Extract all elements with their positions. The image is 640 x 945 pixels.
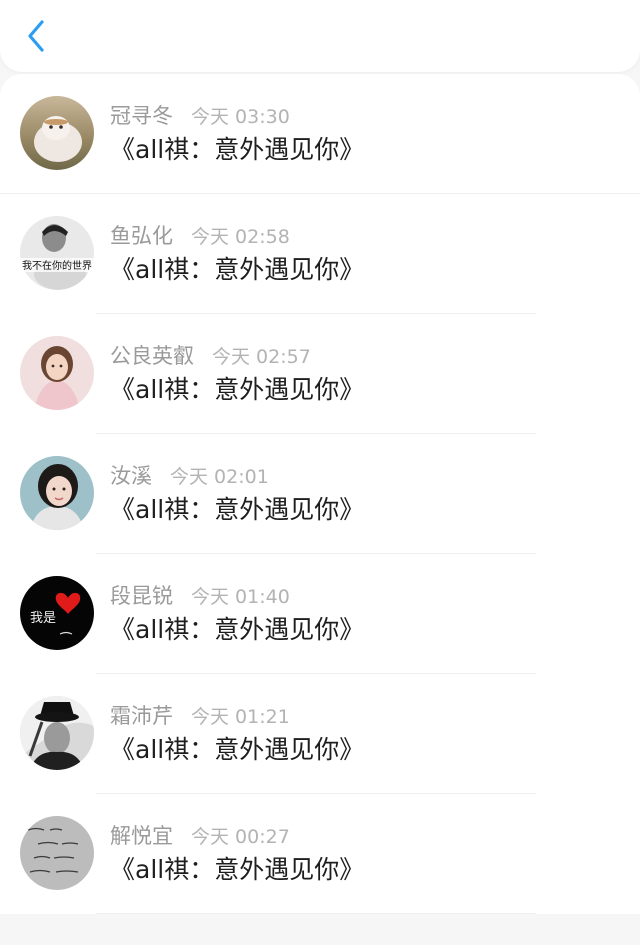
user-name: 冠寻冬 <box>110 104 173 128</box>
avatar[interactable] <box>20 336 94 410</box>
message-title: 《all祺：意外遇见你》 <box>110 135 365 164</box>
user-name: 汝溪 <box>110 464 152 488</box>
user-name: 解悦宜 <box>110 824 173 848</box>
user-name: 公良英叡 <box>110 344 194 368</box>
timestamp: 今天 02:57 <box>212 346 311 368</box>
timestamp: 今天 01:21 <box>191 706 290 728</box>
message-title: 《all祺：意外遇见你》 <box>110 375 365 404</box>
avatar[interactable]: 我不在你的世界 <box>20 216 94 290</box>
message-title: 《all祺：意外遇见你》 <box>110 495 365 524</box>
message-title: 《all祺：意外遇见你》 <box>110 855 365 884</box>
avatar[interactable] <box>20 696 94 770</box>
list-item[interactable]: 汝溪 今天 02:01 《all祺：意外遇见你》 <box>0 434 640 554</box>
avatar[interactable] <box>20 816 94 890</box>
list-item[interactable]: 我是 段昆锐 今天 01:40 《all祺：意外遇见你》 <box>0 554 640 674</box>
list-item[interactable]: 霜沛芹 今天 01:21 《all祺：意外遇见你》 <box>0 674 640 794</box>
message-title: 《all祺：意外遇见你》 <box>110 255 365 284</box>
back-button[interactable] <box>14 14 58 58</box>
timestamp: 今天 00:27 <box>191 826 290 848</box>
user-name: 鱼弘化 <box>110 224 173 248</box>
list-item[interactable]: 解悦宜 今天 00:27 《all祺：意外遇见你》 <box>0 794 640 914</box>
timestamp: 今天 02:01 <box>170 466 269 488</box>
avatar-caption: 我是 <box>30 611 56 626</box>
list-item[interactable]: 公良英叡 今天 02:57 《all祺：意外遇见你》 <box>0 314 640 434</box>
user-name: 段昆锐 <box>110 584 173 608</box>
divider <box>96 913 536 914</box>
avatar[interactable] <box>20 456 94 530</box>
chevron-left-icon <box>28 20 44 52</box>
list-item[interactable]: 冠寻冬 今天 03:30 《all祺：意外遇见你》 <box>0 74 640 194</box>
avatar-caption: 我不在你的世界 <box>22 259 92 272</box>
avatar[interactable]: 我是 <box>20 576 94 650</box>
list-item[interactable]: 我不在你的世界 鱼弘化 今天 02:58 《all祺：意外遇见你》 <box>0 194 640 314</box>
timestamp: 今天 03:30 <box>191 106 290 128</box>
message-title: 《all祺：意外遇见你》 <box>110 615 365 644</box>
timestamp: 今天 02:58 <box>191 226 290 248</box>
timestamp: 今天 01:40 <box>191 586 290 608</box>
avatar[interactable] <box>20 96 94 170</box>
message-title: 《all祺：意外遇见你》 <box>110 735 365 764</box>
top-navigation-bar <box>0 0 640 72</box>
user-name: 霜沛芹 <box>110 704 173 728</box>
message-list: 冠寻冬 今天 03:30 《all祺：意外遇见你》 我不在你的世界 鱼弘化 今天… <box>0 74 640 914</box>
